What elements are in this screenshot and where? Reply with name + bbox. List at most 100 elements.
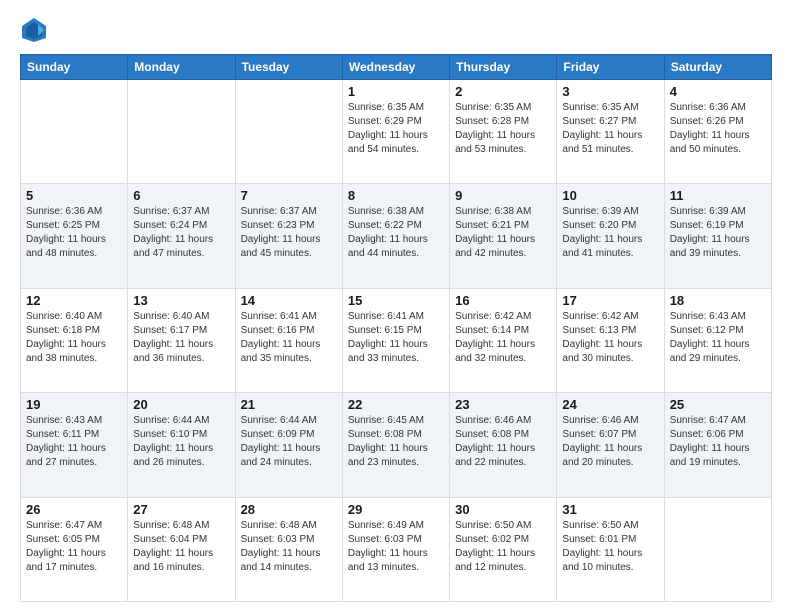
day-info: Sunrise: 6:41 AM Sunset: 6:15 PM Dayligh… [348, 310, 444, 366]
calendar-cell: 29Sunrise: 6:49 AM Sunset: 6:03 PM Dayli… [342, 497, 449, 601]
page: SundayMondayTuesdayWednesdayThursdayFrid… [0, 0, 792, 612]
day-number: 25 [670, 397, 766, 412]
day-number: 10 [562, 188, 658, 203]
calendar-cell: 14 Sunrise: 6:41 AM Sunset: 6:16 PM Dayli… [235, 288, 342, 392]
day-number: 28 [241, 502, 337, 517]
day-number: 9 [455, 188, 551, 203]
weekday-header: Wednesday [342, 55, 449, 80]
calendar-cell: 7Sunrise: 6:37 AM Sunset: 6:23 PM Daylig… [235, 184, 342, 288]
calendar-week-row: 12 Sunrise: 6:40 AM Sunset: 6:18 PM Dayli… [21, 288, 772, 392]
calendar-cell: 30 Sunrise: 6:50 AM Sunset: 6:02 PM Dayli… [450, 497, 557, 601]
day-info: Sunrise: 6:42 AM Sunset: 6:14 PM Dayligh… [455, 310, 551, 366]
calendar-cell: 16Sunrise: 6:42 AM Sunset: 6:14 PM Dayli… [450, 288, 557, 392]
day-info: Sunrise: 6:40 AM Sunset: 6:18 PM Dayligh… [26, 310, 122, 366]
day-info: Sunrise: 6:36 AM Sunset: 6:25 PM Dayligh… [26, 205, 122, 261]
calendar-cell: 23 Sunrise: 6:46 AM Sunset: 6:08 PM Dayli… [450, 393, 557, 497]
day-info: Sunrise: 6:37 AM Sunset: 6:24 PM Dayligh… [133, 205, 229, 261]
calendar-week-row: 26 Sunrise: 6:47 AM Sunset: 6:05 PM Dayli… [21, 497, 772, 601]
day-number: 27 [133, 502, 229, 517]
day-info: Sunrise: 6:50 AM Sunset: 6:02 PM Dayligh… [455, 519, 551, 575]
calendar-cell: 24 Sunrise: 6:46 AM Sunset: 6:07 PM Dayli… [557, 393, 664, 497]
day-info: Sunrise: 6:41 AM Sunset: 6:16 PM Dayligh… [241, 310, 337, 366]
logo [20, 16, 52, 44]
day-info: Sunrise: 6:48 AM Sunset: 6:03 PM Dayligh… [241, 519, 337, 575]
day-number: 22 [348, 397, 444, 412]
day-number: 15 [348, 293, 444, 308]
day-number: 26 [26, 502, 122, 517]
calendar-cell: 8Sunrise: 6:38 AM Sunset: 6:22 PM Daylig… [342, 184, 449, 288]
calendar-cell: 20 Sunrise: 6:44 AM Sunset: 6:10 PM Dayli… [128, 393, 235, 497]
day-number: 6 [133, 188, 229, 203]
weekday-header: Monday [128, 55, 235, 80]
day-info: Sunrise: 6:46 AM Sunset: 6:08 PM Dayligh… [455, 414, 551, 470]
day-info: Sunrise: 6:48 AM Sunset: 6:04 PM Dayligh… [133, 519, 229, 575]
calendar-week-row: 19 Sunrise: 6:43 AM Sunset: 6:11 PM Dayli… [21, 393, 772, 497]
calendar-cell: 25Sunrise: 6:47 AM Sunset: 6:06 PM Dayli… [664, 393, 771, 497]
weekday-header: Tuesday [235, 55, 342, 80]
day-number: 24 [562, 397, 658, 412]
calendar-cell: 31 Sunrise: 6:50 AM Sunset: 6:01 PM Dayli… [557, 497, 664, 601]
weekday-header: Friday [557, 55, 664, 80]
day-number: 23 [455, 397, 551, 412]
day-info: Sunrise: 6:42 AM Sunset: 6:13 PM Dayligh… [562, 310, 658, 366]
day-number: 31 [562, 502, 658, 517]
calendar-cell: 22 Sunrise: 6:45 AM Sunset: 6:08 PM Dayli… [342, 393, 449, 497]
day-number: 17 [562, 293, 658, 308]
day-number: 5 [26, 188, 122, 203]
day-number: 19 [26, 397, 122, 412]
calendar-header-row: SundayMondayTuesdayWednesdayThursdayFrid… [21, 55, 772, 80]
day-info: Sunrise: 6:47 AM Sunset: 6:05 PM Dayligh… [26, 519, 122, 575]
day-info: Sunrise: 6:49 AM Sunset: 6:03 PM Dayligh… [348, 519, 444, 575]
calendar-cell: 19 Sunrise: 6:43 AM Sunset: 6:11 PM Dayli… [21, 393, 128, 497]
day-info: Sunrise: 6:46 AM Sunset: 6:07 PM Dayligh… [562, 414, 658, 470]
day-number: 2 [455, 84, 551, 99]
day-number: 11 [670, 188, 766, 203]
weekday-header: Sunday [21, 55, 128, 80]
header [20, 16, 772, 44]
calendar-cell: 28 Sunrise: 6:48 AM Sunset: 6:03 PM Dayli… [235, 497, 342, 601]
day-number: 18 [670, 293, 766, 308]
day-info: Sunrise: 6:38 AM Sunset: 6:21 PM Dayligh… [455, 205, 551, 261]
day-info: Sunrise: 6:39 AM Sunset: 6:19 PM Dayligh… [670, 205, 766, 261]
calendar-cell: 3Sunrise: 6:35 AM Sunset: 6:27 PM Daylig… [557, 80, 664, 184]
calendar-week-row: 5 Sunrise: 6:36 AM Sunset: 6:25 PM Daylig… [21, 184, 772, 288]
logo-icon [20, 16, 48, 44]
day-info: Sunrise: 6:45 AM Sunset: 6:08 PM Dayligh… [348, 414, 444, 470]
calendar-cell: 5 Sunrise: 6:36 AM Sunset: 6:25 PM Daylig… [21, 184, 128, 288]
day-info: Sunrise: 6:39 AM Sunset: 6:20 PM Dayligh… [562, 205, 658, 261]
day-info: Sunrise: 6:43 AM Sunset: 6:12 PM Dayligh… [670, 310, 766, 366]
calendar-cell: 15 Sunrise: 6:41 AM Sunset: 6:15 PM Dayli… [342, 288, 449, 392]
day-info: Sunrise: 6:50 AM Sunset: 6:01 PM Dayligh… [562, 519, 658, 575]
day-number: 30 [455, 502, 551, 517]
day-info: Sunrise: 6:43 AM Sunset: 6:11 PM Dayligh… [26, 414, 122, 470]
day-info: Sunrise: 6:35 AM Sunset: 6:27 PM Dayligh… [562, 101, 658, 157]
calendar-cell: 1Sunrise: 6:35 AM Sunset: 6:29 PM Daylig… [342, 80, 449, 184]
calendar-cell: 12 Sunrise: 6:40 AM Sunset: 6:18 PM Dayli… [21, 288, 128, 392]
weekday-header: Saturday [664, 55, 771, 80]
day-number: 20 [133, 397, 229, 412]
day-number: 8 [348, 188, 444, 203]
calendar-table: SundayMondayTuesdayWednesdayThursdayFrid… [20, 54, 772, 602]
day-info: Sunrise: 6:40 AM Sunset: 6:17 PM Dayligh… [133, 310, 229, 366]
calendar-cell: 4Sunrise: 6:36 AM Sunset: 6:26 PM Daylig… [664, 80, 771, 184]
calendar-cell: 2 Sunrise: 6:35 AM Sunset: 6:28 PM Daylig… [450, 80, 557, 184]
calendar-week-row: 1Sunrise: 6:35 AM Sunset: 6:29 PM Daylig… [21, 80, 772, 184]
calendar-cell [664, 497, 771, 601]
calendar-cell: 9 Sunrise: 6:38 AM Sunset: 6:21 PM Daylig… [450, 184, 557, 288]
calendar-cell [128, 80, 235, 184]
calendar-cell: 17 Sunrise: 6:42 AM Sunset: 6:13 PM Dayli… [557, 288, 664, 392]
day-info: Sunrise: 6:35 AM Sunset: 6:29 PM Dayligh… [348, 101, 444, 157]
calendar-cell: 18 Sunrise: 6:43 AM Sunset: 6:12 PM Dayli… [664, 288, 771, 392]
calendar-cell: 10 Sunrise: 6:39 AM Sunset: 6:20 PM Dayli… [557, 184, 664, 288]
calendar-cell: 11 Sunrise: 6:39 AM Sunset: 6:19 PM Dayli… [664, 184, 771, 288]
day-info: Sunrise: 6:44 AM Sunset: 6:09 PM Dayligh… [241, 414, 337, 470]
calendar-cell [21, 80, 128, 184]
day-number: 12 [26, 293, 122, 308]
day-info: Sunrise: 6:35 AM Sunset: 6:28 PM Dayligh… [455, 101, 551, 157]
day-info: Sunrise: 6:44 AM Sunset: 6:10 PM Dayligh… [133, 414, 229, 470]
weekday-header: Thursday [450, 55, 557, 80]
calendar-cell: 27 Sunrise: 6:48 AM Sunset: 6:04 PM Dayli… [128, 497, 235, 601]
day-info: Sunrise: 6:36 AM Sunset: 6:26 PM Dayligh… [670, 101, 766, 157]
day-number: 14 [241, 293, 337, 308]
day-number: 13 [133, 293, 229, 308]
